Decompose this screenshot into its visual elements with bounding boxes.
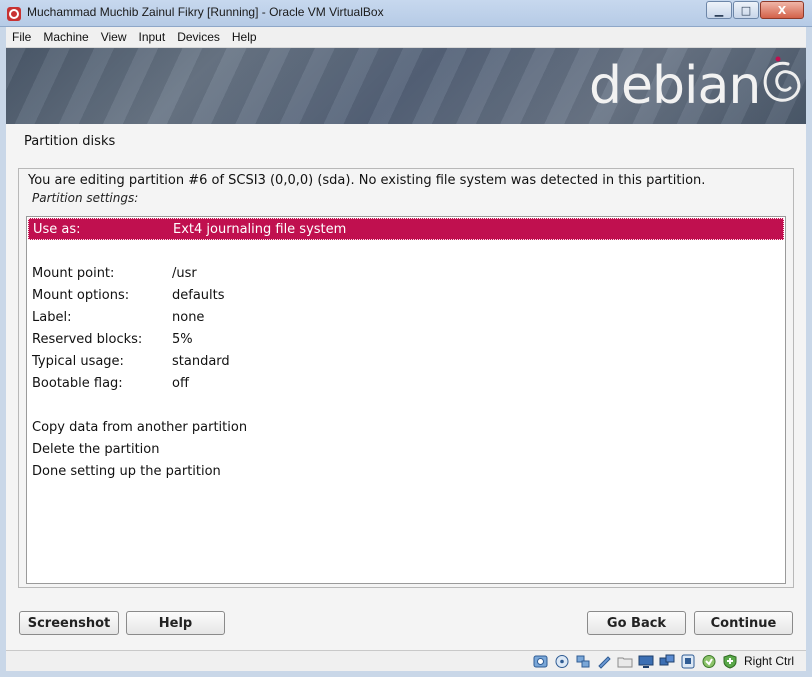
maximize-button[interactable]: □ bbox=[733, 1, 759, 19]
menu-devices[interactable]: Devices bbox=[171, 30, 226, 44]
partition-panel: You are editing partition #6 of SCSI3 (0… bbox=[18, 168, 794, 588]
close-button[interactable]: X bbox=[760, 1, 804, 19]
list-item-delete-partition[interactable]: Delete the partition bbox=[28, 438, 784, 460]
list-item-key: Delete the partition bbox=[32, 441, 160, 457]
list-item-use-as[interactable]: Use as: Ext4 journaling file system bbox=[28, 218, 784, 240]
screenshot-button[interactable]: Screenshot bbox=[19, 611, 119, 635]
menu-input[interactable]: Input bbox=[133, 30, 172, 44]
list-item-key: Typical usage: bbox=[32, 353, 124, 369]
list-item-key: Bootable flag: bbox=[32, 375, 123, 391]
partition-description: You are editing partition #6 of SCSI3 (0… bbox=[28, 173, 706, 188]
list-item-value: defaults bbox=[172, 287, 225, 303]
list-item-bootable-flag[interactable]: Bootable flag: off bbox=[28, 372, 784, 394]
installer-content: Partition disks You are editing partitio… bbox=[6, 124, 806, 650]
window-title: Muchammad Muchib Zainul Fikry [Running] … bbox=[27, 5, 384, 19]
debian-banner: debian bbox=[6, 48, 806, 124]
debian-logo-text: debian bbox=[589, 56, 761, 116]
partition-settings-list[interactable]: Use as: Ext4 journaling file system Moun… bbox=[26, 216, 786, 584]
list-item-typical-usage[interactable]: Typical usage: standard bbox=[28, 350, 784, 372]
list-item-key: Use as: bbox=[33, 221, 81, 237]
menu-help[interactable]: Help bbox=[226, 30, 263, 44]
debian-swirl-icon bbox=[763, 56, 801, 102]
partition-settings-label: Partition settings: bbox=[32, 191, 139, 205]
page-title: Partition disks bbox=[24, 134, 116, 149]
list-item-reserved-blocks[interactable]: Reserved blocks: 5% bbox=[28, 328, 784, 350]
list-item-key: Mount point: bbox=[32, 265, 115, 281]
menu-machine[interactable]: Machine bbox=[37, 30, 94, 44]
menubar: File Machine View Input Devices Help bbox=[6, 27, 806, 48]
list-item-mount-options[interactable]: Mount options: defaults bbox=[28, 284, 784, 306]
list-item-value: 5% bbox=[172, 331, 193, 347]
go-back-button[interactable]: Go Back bbox=[587, 611, 686, 635]
list-item-value: /usr bbox=[172, 265, 197, 281]
list-item-value: none bbox=[172, 309, 205, 325]
window-titlebar[interactable]: Muchammad Muchib Zainul Fikry [Running] … bbox=[0, 0, 812, 27]
usb-icon[interactable] bbox=[575, 654, 591, 669]
hard-disk-icon[interactable] bbox=[533, 654, 549, 669]
list-item-key: Mount options: bbox=[32, 287, 130, 303]
host-key-label: Right Ctrl bbox=[743, 654, 794, 668]
list-item-mount-point[interactable]: Mount point: /usr bbox=[28, 262, 784, 284]
list-item-value: standard bbox=[172, 353, 230, 369]
list-item-label[interactable]: Label: none bbox=[28, 306, 784, 328]
virtualbox-icon bbox=[7, 7, 21, 21]
continue-button[interactable]: Continue bbox=[694, 611, 793, 635]
minimize-button[interactable]: ▁ bbox=[706, 1, 732, 19]
list-item-value: Ext4 journaling file system bbox=[173, 221, 347, 237]
mouse-integration-icon[interactable] bbox=[701, 654, 717, 669]
capture-icon[interactable] bbox=[680, 654, 696, 669]
list-item-copy-data[interactable]: Copy data from another partition bbox=[28, 416, 784, 438]
list-item-key: Done setting up the partition bbox=[32, 463, 221, 479]
keyboard-capture-icon[interactable] bbox=[722, 653, 738, 669]
menu-view[interactable]: View bbox=[95, 30, 133, 44]
list-item-key: Copy data from another partition bbox=[32, 419, 248, 435]
shared-folder-icon[interactable] bbox=[596, 654, 612, 669]
menu-file[interactable]: File bbox=[6, 30, 37, 44]
network-icon[interactable] bbox=[659, 654, 675, 669]
list-item-value: off bbox=[172, 375, 189, 391]
guest-display[interactable]: debian Partition disks You are editing p… bbox=[6, 48, 806, 650]
list-item-done-setting-up[interactable]: Done setting up the partition bbox=[28, 460, 784, 482]
display-icon[interactable] bbox=[638, 654, 654, 669]
statusbar: Right Ctrl bbox=[6, 650, 806, 671]
help-button[interactable]: Help bbox=[126, 611, 225, 635]
folder-icon[interactable] bbox=[617, 654, 633, 669]
optical-drive-icon[interactable] bbox=[554, 654, 570, 669]
list-item-key: Reserved blocks: bbox=[32, 331, 143, 347]
list-item-key: Label: bbox=[32, 309, 72, 325]
